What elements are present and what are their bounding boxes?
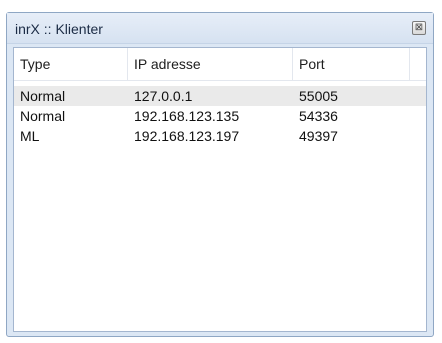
cell-type: ML [20, 128, 40, 144]
cell-port: 49397 [299, 128, 338, 144]
client-window: inrX :: Klienter ⊠ Type IP adresse Port … [6, 12, 434, 337]
column-header-type[interactable]: Type [14, 48, 128, 80]
table-row[interactable]: Normal 127.0.0.1 55005 [14, 86, 426, 106]
cell-ip: 192.168.123.197 [134, 128, 240, 144]
clients-listview[interactable]: Type IP adresse Port Normal 127.0.0.1 55… [13, 47, 427, 332]
cell-type: Normal [20, 88, 66, 104]
column-header-ip[interactable]: IP adresse [128, 48, 293, 80]
cell-ip: 192.168.123.135 [134, 108, 240, 124]
list-header: Type IP adresse Port [14, 48, 426, 81]
cell-port: 54336 [299, 108, 338, 124]
cell-type: Normal [20, 108, 66, 124]
table-row[interactable]: Normal 192.168.123.135 54336 [14, 106, 426, 126]
cell-ip: 127.0.0.1 [134, 88, 193, 104]
window-titlebar[interactable]: inrX :: Klienter ⊠ [7, 13, 433, 44]
window-title: inrX :: Klienter [15, 21, 103, 37]
column-header-port[interactable]: Port [293, 48, 410, 80]
cell-port: 55005 [299, 88, 338, 104]
column-header-filler [410, 48, 426, 80]
close-icon[interactable]: ⊠ [412, 21, 426, 35]
table-row[interactable]: ML 192.168.123.197 49397 [14, 126, 426, 146]
